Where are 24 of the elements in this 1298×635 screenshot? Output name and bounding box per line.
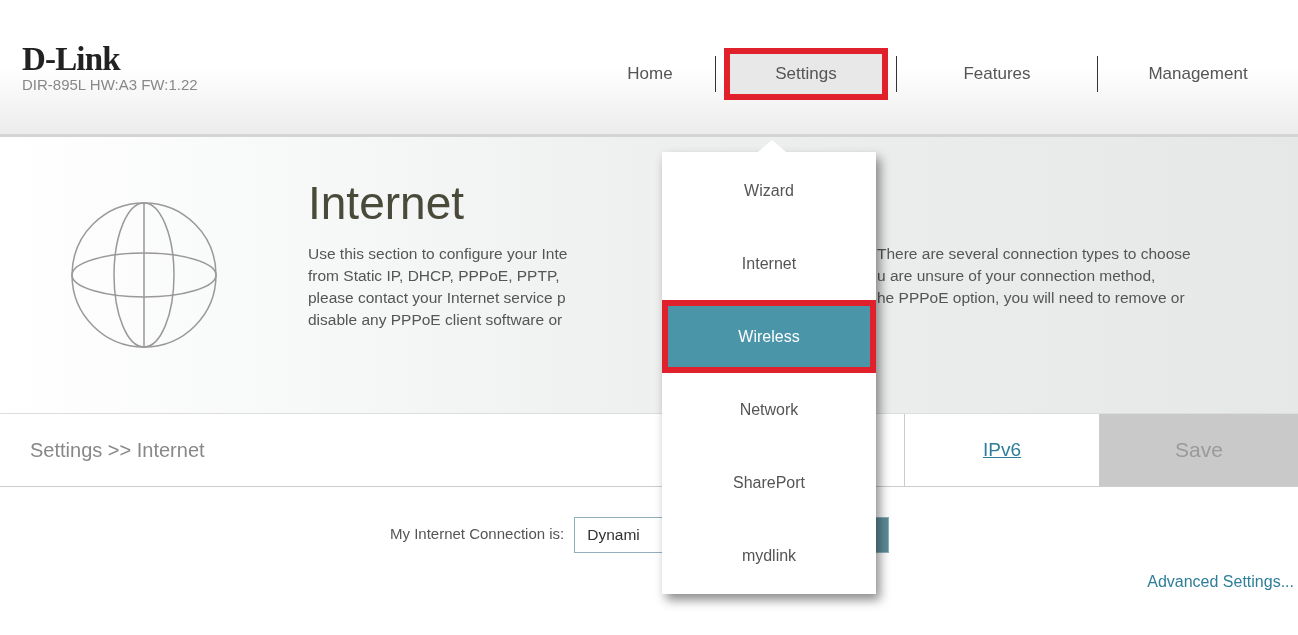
nav-tab[interactable]: Settings — [724, 48, 888, 100]
menu-item[interactable]: mydlink — [662, 519, 876, 592]
description-text: u are unsure of your connection method, — [877, 266, 1156, 286]
advanced-settings-link[interactable]: Advanced Settings... — [1147, 570, 1294, 594]
model-info: DIR-895L HW:A3 FW:1.22 — [22, 76, 198, 94]
description-text: from Static IP, DHCP, PPPoE, PPTP, — [308, 266, 560, 286]
menu-item[interactable]: SharePort — [662, 446, 876, 519]
description-text: There are several connection types to choose — [877, 244, 1191, 264]
brand-logo: D-Link — [22, 42, 120, 76]
globe-icon — [70, 201, 218, 349]
nav-tab[interactable]: Management — [1128, 48, 1268, 100]
nav-tab[interactable]: Home — [607, 48, 693, 100]
description-text: disable any PPPoE client software or — [308, 310, 563, 330]
description-text: Use this section to configure your Inte — [308, 244, 568, 264]
menu-item[interactable]: Wizard — [662, 154, 876, 227]
field-label: My Internet Connection is: — [390, 524, 565, 545]
nav-tab[interactable]: Features — [943, 48, 1051, 100]
breadcrumb: Settings >> Internet — [29, 438, 205, 463]
description-text: he PPPoE option, you will need to remove or — [877, 288, 1185, 308]
description-text: please contact your Internet service p — [308, 288, 566, 308]
ipv6-link[interactable]: IPv6 — [983, 435, 1021, 465]
page-title: Internet — [308, 177, 464, 229]
menu-item[interactable]: Network — [662, 373, 876, 446]
menu-item[interactable]: Internet — [662, 227, 876, 300]
